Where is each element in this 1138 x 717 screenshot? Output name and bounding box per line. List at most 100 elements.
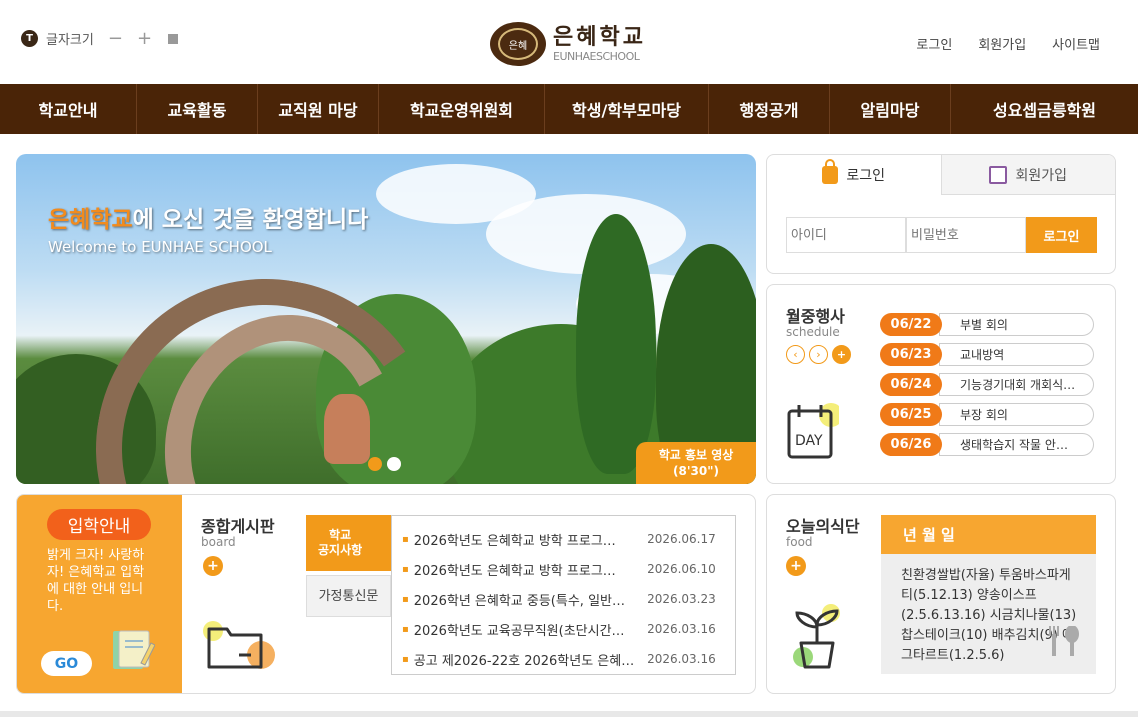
list-item[interactable]: 06/25 부장 회의 bbox=[880, 403, 1094, 426]
font-size-reset-button[interactable] bbox=[168, 34, 179, 44]
nav-item-foundation[interactable]: 성요셉금릉학원 bbox=[951, 84, 1138, 134]
event-date: 06/24 bbox=[880, 373, 942, 396]
meal-menu: 친환경쌀밥(자율) 투움바스파게티(5.12.13) 양송이스프(2.5.6.1… bbox=[881, 554, 1096, 674]
list-item[interactable]: ▪ 2026학년도 은혜학교 방학 프로그… 2026.06.17 bbox=[392, 524, 735, 554]
list-item[interactable]: ▪ 공고 제2026-22호 2026학년도 은혜… 2026.03.16 bbox=[392, 644, 735, 674]
event-list: 06/22 부별 회의 06/23 교내방역 06/24 기능경기대회 개회식…… bbox=[880, 313, 1094, 463]
post-date: 2026.03.16 bbox=[647, 622, 716, 636]
admission-description: 밝게 크자! 사랑하자! 은혜학교 입학에 대한 안내 입니다. bbox=[47, 548, 145, 614]
login-button[interactable]: 로그인 bbox=[1026, 217, 1097, 253]
footer-divider bbox=[0, 711, 1138, 717]
bullet-icon: ▪ bbox=[402, 623, 409, 635]
board-subtitle: board bbox=[201, 535, 236, 549]
board-post-list: ▪ 2026학년도 은혜학교 방학 프로그… 2026.06.17 ▪ 2026… bbox=[391, 515, 736, 675]
meal-subtitle: food bbox=[786, 535, 813, 549]
board-tabs: 학교 공지사항 가정통신문 bbox=[306, 515, 391, 617]
event-date: 06/25 bbox=[880, 403, 942, 426]
post-date: 2026.06.10 bbox=[647, 562, 716, 576]
list-item[interactable]: 06/24 기능경기대회 개회식… bbox=[880, 373, 1094, 396]
slider-dot-2[interactable] bbox=[387, 457, 401, 471]
post-title: 2026학년도 은혜학교 방학 프로그… bbox=[413, 533, 616, 549]
utility-nav: 로그인 회원가입 사이트맵 bbox=[916, 34, 1100, 53]
event-title: 기능경기대회 개회식… bbox=[939, 373, 1094, 396]
schedule-prev-button[interactable]: ‹ bbox=[786, 345, 805, 364]
slider-dot-1[interactable] bbox=[368, 457, 382, 471]
nav-item-school-info[interactable]: 학교안내 bbox=[0, 84, 137, 134]
user-id-input[interactable] bbox=[786, 217, 906, 253]
tab-login[interactable]: 로그인 bbox=[767, 155, 941, 195]
hero-statue bbox=[324, 394, 370, 464]
bullet-icon: ▪ bbox=[402, 533, 409, 545]
util-login-link[interactable]: 로그인 bbox=[916, 34, 952, 53]
post-date: 2026.03.16 bbox=[647, 652, 716, 666]
event-date: 06/22 bbox=[880, 313, 942, 336]
schedule-subtitle: schedule bbox=[786, 325, 840, 339]
login-box: 로그인 회원가입 로그인 bbox=[766, 154, 1116, 274]
schedule-panel: 월중행사 schedule ‹ › + DAY 06/22 부별 회의 06/2… bbox=[766, 284, 1116, 484]
site-header: T 글자크기 − + 은혜 은혜학교 EUNHAESCHOOL 로그인 회원가입… bbox=[0, 0, 1138, 84]
bullet-icon: ▪ bbox=[402, 653, 409, 665]
schedule-next-button[interactable]: › bbox=[809, 345, 828, 364]
list-item[interactable]: ▪ 2026학년 은혜학교 중등(특수, 일반… 2026.03.23 bbox=[392, 584, 735, 614]
meal-date-header: 년 월 일 bbox=[881, 515, 1096, 554]
bullet-icon: ▪ bbox=[402, 593, 409, 605]
logo-subtitle: EUNHAESCHOOL bbox=[553, 49, 640, 63]
list-item[interactable]: ▪ 2026학년도 교육공무직원(초단시간… 2026.03.16 bbox=[392, 614, 735, 644]
meal-panel: 오늘의식단 food + 년 월 일 친환경쌀밥(자율) 투움바스파게티(5.1… bbox=[766, 494, 1116, 694]
meal-more-button[interactable]: + bbox=[786, 556, 806, 576]
nav-item-notices[interactable]: 알림마당 bbox=[830, 84, 951, 134]
post-date: 2026.03.23 bbox=[647, 592, 716, 606]
calendar-day-icon: DAY bbox=[787, 403, 839, 459]
password-input[interactable] bbox=[906, 217, 1026, 253]
site-logo[interactable]: 은혜 은혜학교 EUNHAESCHOOL bbox=[490, 22, 646, 66]
tab-join[interactable]: 회원가입 bbox=[940, 155, 1115, 195]
book-pencil-icon bbox=[113, 630, 155, 669]
nav-item-students-parents[interactable]: 학생/학부모마당 bbox=[545, 84, 709, 134]
nav-item-committee[interactable]: 학교운영위원회 bbox=[379, 84, 545, 134]
font-size-increase-button[interactable]: + bbox=[137, 29, 152, 47]
slider-pagination bbox=[368, 457, 401, 471]
post-title: 2026학년 은혜학교 중등(특수, 일반… bbox=[413, 593, 625, 609]
font-size-decrease-button[interactable]: − bbox=[108, 29, 123, 47]
list-item[interactable]: 06/22 부별 회의 bbox=[880, 313, 1094, 336]
post-title: 2026학년도 교육공무직원(초단시간… bbox=[413, 623, 625, 639]
bullet-icon: ▪ bbox=[402, 563, 409, 575]
admission-panel: 입학안내 밝게 크자! 사랑하자! 은혜학교 입학에 대한 안내 입니다. GO bbox=[17, 495, 182, 693]
nav-item-admin-disclosure[interactable]: 행정공개 bbox=[709, 84, 830, 134]
hero-tree bbox=[576, 214, 656, 474]
post-title: 공고 제2026-22호 2026학년도 은혜… bbox=[413, 653, 635, 669]
schedule-more-button[interactable]: + bbox=[832, 345, 851, 364]
main-nav: 학교안내 교육활동 교직원 마당 학교운영위원회 학생/학부모마당 행정공개 알… bbox=[0, 84, 1138, 134]
promo-video-button[interactable]: 학교 홍보 영상 (8'30") bbox=[636, 442, 756, 484]
meal-title: 오늘의식단 bbox=[786, 517, 860, 536]
plant-icon bbox=[793, 604, 840, 669]
tab-family-letter[interactable]: 가정통신문 bbox=[306, 575, 391, 617]
event-title: 부별 회의 bbox=[939, 313, 1094, 336]
logo-title: 은혜학교 bbox=[553, 24, 646, 50]
event-date: 06/23 bbox=[880, 343, 942, 366]
list-item[interactable]: 06/26 생태학습지 작물 안… bbox=[880, 433, 1094, 456]
hero-banner: 은혜학교에 오신 것을 환영합니다 Welcome to EUNHAE SCHO… bbox=[16, 154, 756, 484]
logo-emblem-icon: 은혜 bbox=[490, 22, 546, 66]
join-form-icon bbox=[989, 165, 1008, 184]
event-title: 부장 회의 bbox=[939, 403, 1094, 426]
list-item[interactable]: ▪ 2026학년도 은혜학교 방학 프로그… 2026.06.10 bbox=[392, 554, 735, 584]
util-sitemap-link[interactable]: 사이트맵 bbox=[1052, 34, 1100, 53]
event-date: 06/26 bbox=[880, 433, 942, 456]
font-size-control: T 글자크기 − + bbox=[21, 29, 179, 48]
tab-school-notice[interactable]: 학교 공지사항 bbox=[306, 515, 391, 571]
list-item[interactable]: 06/23 교내방역 bbox=[880, 343, 1094, 366]
admission-go-button[interactable]: GO bbox=[41, 651, 92, 676]
lock-icon bbox=[822, 159, 839, 184]
post-title: 2026학년도 은혜학교 방학 프로그… bbox=[413, 563, 616, 579]
hero-title: 은혜학교에 오신 것을 환영합니다 bbox=[48, 207, 369, 233]
board-more-button[interactable]: + bbox=[203, 556, 223, 576]
event-title: 생태학습지 작물 안… bbox=[939, 433, 1094, 456]
board-title: 종합게시판 bbox=[201, 517, 275, 536]
nav-item-staff[interactable]: 교직원 마당 bbox=[258, 84, 379, 134]
hero-subtitle: Welcome to EUNHAE SCHOOL bbox=[48, 238, 272, 256]
board-section: 입학안내 밝게 크자! 사랑하자! 은혜학교 입학에 대한 안내 입니다. GO… bbox=[16, 494, 756, 694]
util-join-link[interactable]: 회원가입 bbox=[978, 34, 1026, 53]
nav-item-education[interactable]: 교육활동 bbox=[137, 84, 258, 134]
font-size-icon: T bbox=[21, 30, 38, 47]
